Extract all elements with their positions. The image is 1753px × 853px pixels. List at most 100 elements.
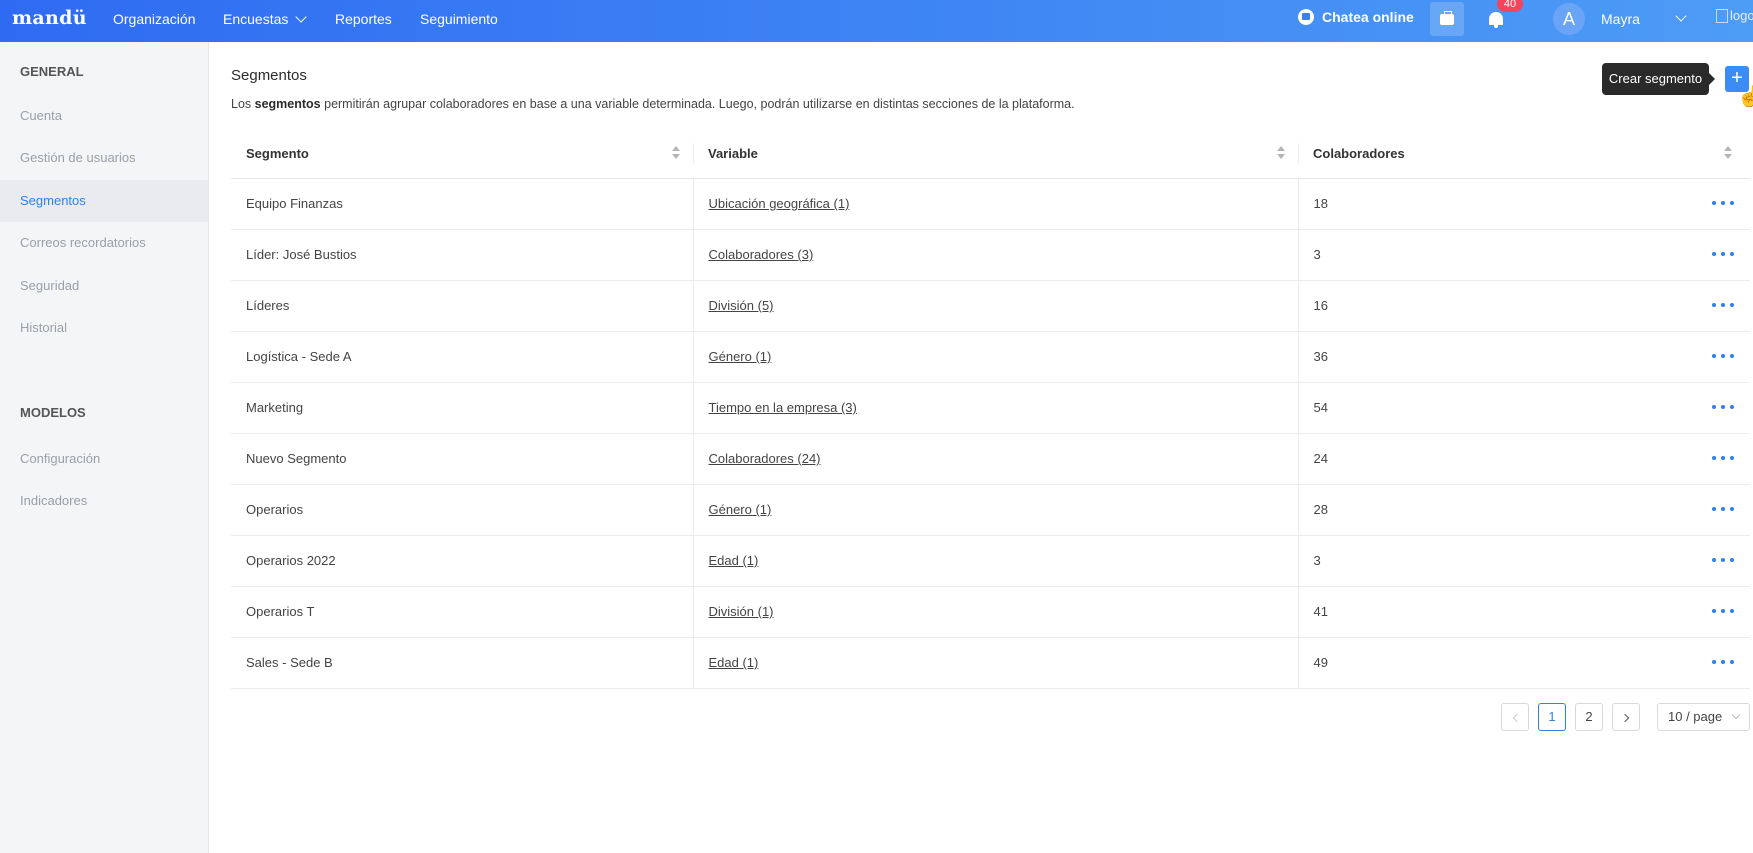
desc-prefix: Los	[231, 97, 255, 111]
create-segment-tooltip: Crear segmento	[1602, 63, 1715, 95]
company-logo: logo	[1716, 8, 1753, 23]
variable-link[interactable]: Género (1)	[709, 349, 772, 364]
page-title: Segmentos	[231, 67, 307, 84]
column-header-label: Segmento	[246, 146, 309, 162]
chat-online-button[interactable]: Chatea online	[1298, 9, 1414, 25]
more-options-icon[interactable]	[1712, 601, 1734, 621]
more-options-icon[interactable]	[1712, 652, 1734, 672]
segment-name-cell: Líderes	[231, 280, 693, 332]
variable-cell: División (5)	[692, 280, 1298, 332]
segment-name-cell: Logística - Sede A	[231, 331, 693, 383]
user-name[interactable]: Mayra	[1601, 11, 1640, 27]
pagination-page-2[interactable]: 2	[1575, 703, 1603, 731]
collaborators-count: 36	[1313, 349, 1328, 364]
sidebar-item-configuracion[interactable]: Configuración	[0, 438, 208, 480]
more-options-icon[interactable]	[1712, 295, 1734, 315]
collaborators-count: 24	[1313, 451, 1328, 466]
variable-link[interactable]: Tiempo en la empresa (3)	[709, 400, 857, 415]
nav-reportes[interactable]: Reportes	[335, 11, 392, 27]
table-row: Equipo Finanzas Ubicación geográfica (1) 1…	[231, 178, 1750, 230]
avatar[interactable]: A	[1553, 3, 1585, 35]
more-options-icon[interactable]	[1712, 499, 1734, 519]
pagination-prev-button[interactable]	[1501, 703, 1529, 731]
table-row: Operarios Género (1) 28	[231, 484, 1750, 536]
sidebar-item-segmentos[interactable]: Segmentos	[0, 180, 208, 222]
table-row: Sales - Sede B Edad (1) 49	[231, 637, 1750, 689]
chevron-left-icon	[1512, 713, 1521, 723]
collaborators-cell: 54	[1297, 382, 1750, 434]
more-options-icon[interactable]	[1712, 550, 1734, 570]
user-menu-chevron-icon[interactable]	[1675, 10, 1687, 22]
more-options-icon[interactable]	[1712, 193, 1734, 213]
pagination-page-1[interactable]: 1	[1538, 703, 1566, 731]
page-size-value: 10 / page	[1668, 709, 1723, 724]
variable-link[interactable]: Edad (1)	[709, 655, 759, 670]
chevron-down-icon	[295, 11, 308, 23]
column-header-variable[interactable]: Variable	[693, 130, 1298, 179]
chat-label: Chatea online	[1322, 9, 1414, 25]
sort-icon[interactable]	[1723, 146, 1733, 162]
collaborators-cell: 24	[1297, 433, 1750, 485]
collaborators-cell: 41	[1297, 586, 1750, 638]
notification-badge: 40	[1497, 0, 1523, 12]
table-row: Operarios 2022 Edad (1) 3	[231, 535, 1750, 587]
collaborators-cell: 28	[1297, 484, 1750, 536]
more-options-icon[interactable]	[1712, 346, 1734, 366]
briefcase-button[interactable]	[1430, 2, 1464, 36]
sort-icon[interactable]	[1276, 146, 1286, 162]
variable-link[interactable]: Colaboradores (3)	[709, 247, 814, 262]
segment-name-cell: Operarios 2022	[231, 535, 693, 587]
variable-cell: Ubicación geográfica (1)	[692, 178, 1298, 230]
nav-organizacion[interactable]: Organización	[113, 11, 196, 27]
segments-table: Segmento Variable Colaboradores Equipo F…	[231, 130, 1750, 689]
pagination-next-button[interactable]	[1612, 703, 1640, 731]
sidebar-item-indicadores[interactable]: Indicadores	[0, 480, 208, 522]
table-row: Nuevo Segmento Colaboradores (24) 24	[231, 433, 1750, 485]
chat-icon	[1298, 9, 1314, 25]
more-options-icon[interactable]	[1712, 397, 1734, 417]
table-row: Marketing Tiempo en la empresa (3) 54	[231, 382, 1750, 434]
variable-link[interactable]: Colaboradores (24)	[709, 451, 821, 466]
collaborators-count: 18	[1313, 196, 1328, 211]
page-description: Los segmentos permitirán agrupar colabor…	[231, 97, 1075, 111]
table-row: Líderes División (5) 16	[231, 280, 1750, 332]
sidebar-item-correos-recordatorios[interactable]: Correos recordatorios	[0, 222, 208, 264]
variable-link[interactable]: División (5)	[709, 298, 774, 313]
variable-link[interactable]: Edad (1)	[709, 553, 759, 568]
column-header-colaboradores[interactable]: Colaboradores	[1298, 130, 1750, 179]
table-body: Equipo Finanzas Ubicación geográfica (1) 1…	[231, 178, 1750, 689]
variable-cell: Edad (1)	[692, 637, 1298, 689]
nav-encuestas-label: Encuestas	[223, 11, 289, 27]
more-options-icon[interactable]	[1712, 448, 1734, 468]
sidebar-heading-modelos: MODELOS	[20, 405, 86, 420]
sidebar-item-historial[interactable]: Historial	[0, 307, 208, 349]
nav-encuestas[interactable]: Encuestas	[223, 11, 308, 27]
collaborators-count: 54	[1313, 400, 1328, 415]
variable-link[interactable]: División (1)	[709, 604, 774, 619]
segment-name-cell: Operarios	[231, 484, 693, 536]
table-row: Operarios T División (1) 41	[231, 586, 1750, 638]
top-navbar: mandü Organización Encuestas Reportes Se…	[0, 0, 1753, 42]
brand-logo[interactable]: mandü	[12, 7, 87, 29]
segment-name-cell: Equipo Finanzas	[231, 178, 693, 230]
collaborators-count: 41	[1313, 604, 1328, 619]
sidebar-item-seguridad[interactable]: Seguridad	[0, 265, 208, 307]
column-header-segmento[interactable]: Segmento	[231, 130, 693, 179]
sidebar-item-gestion-usuarios[interactable]: Gestión de usuarios	[0, 137, 208, 179]
nav-seguimiento[interactable]: Seguimiento	[420, 11, 498, 27]
sidebar: GENERAL Cuenta Gestión de usuarios Segme…	[0, 42, 209, 853]
sort-icon[interactable]	[671, 146, 681, 162]
collaborators-count: 3	[1313, 247, 1321, 262]
more-options-icon[interactable]	[1712, 244, 1734, 264]
bell-icon[interactable]	[1489, 12, 1503, 28]
variable-link[interactable]: Ubicación geográfica (1)	[709, 196, 850, 211]
sidebar-item-cuenta[interactable]: Cuenta	[0, 95, 208, 137]
company-logo-alt: logo	[1730, 8, 1753, 23]
table-row: Logística - Sede A Género (1) 36	[231, 331, 1750, 383]
chevron-down-icon	[1731, 710, 1741, 720]
column-header-label: Colaboradores	[1313, 146, 1405, 162]
variable-cell: Edad (1)	[692, 535, 1298, 587]
segment-name-cell: Sales - Sede B	[231, 637, 693, 689]
variable-link[interactable]: Género (1)	[709, 502, 772, 517]
page-size-select[interactable]: 10 / page	[1657, 703, 1750, 731]
